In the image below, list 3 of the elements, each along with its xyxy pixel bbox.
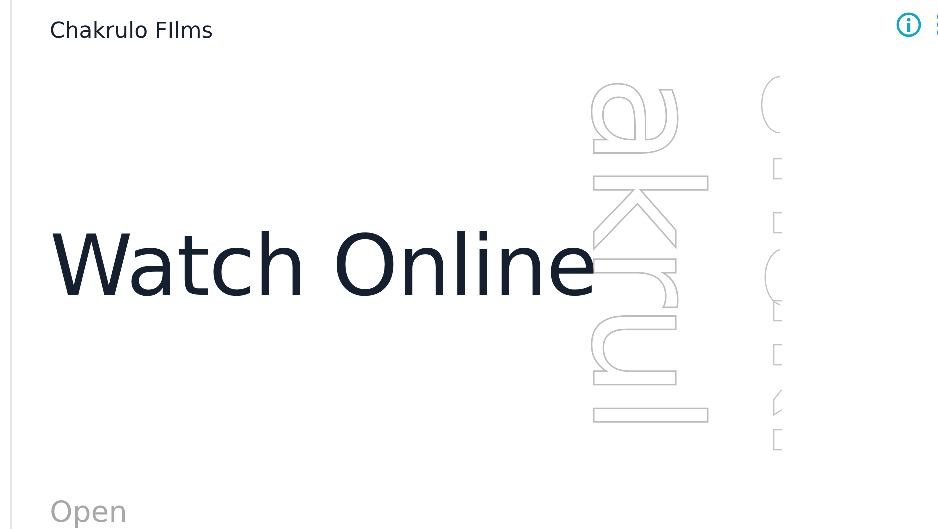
brand-name: Chakrulo FIlms <box>50 18 214 44</box>
open-button[interactable]: Open <box>50 497 128 529</box>
info-icon[interactable] <box>896 12 922 38</box>
